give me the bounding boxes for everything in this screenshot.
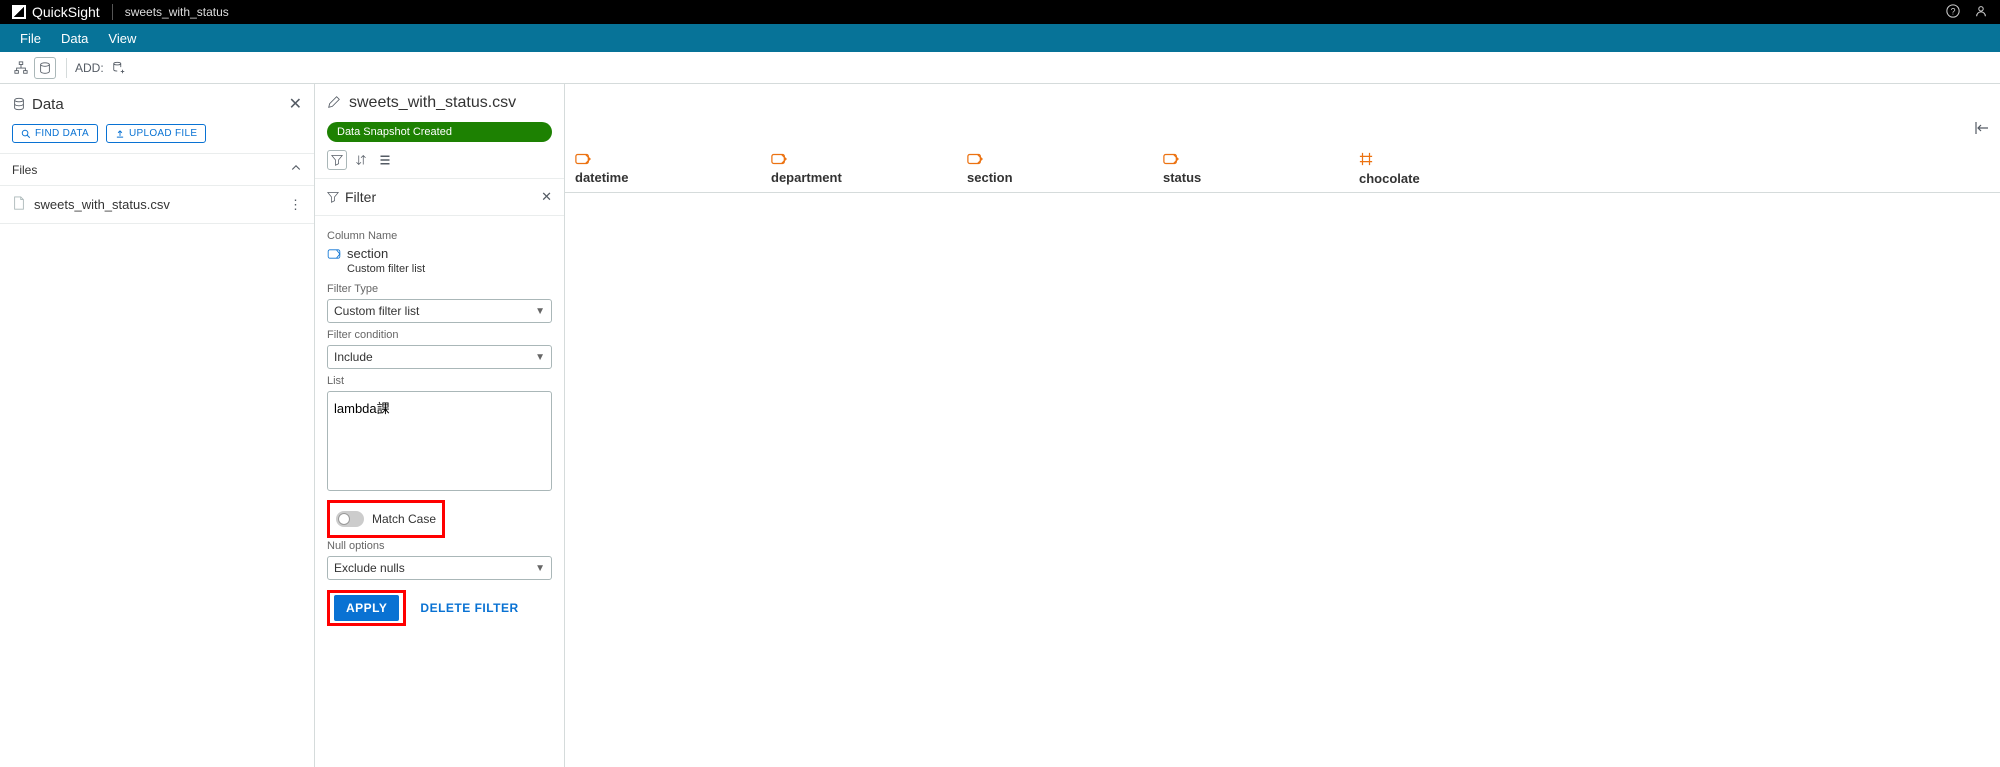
apply-button[interactable]: APPLY <box>334 595 399 621</box>
null-options-value: Exclude nulls <box>334 561 405 575</box>
file-icon <box>12 196 26 213</box>
files-section-header[interactable]: Files <box>0 153 314 186</box>
topbar-divider <box>112 4 113 20</box>
filter-view-icon[interactable] <box>327 150 347 170</box>
upload-file-label: UPLOAD FILE <box>129 128 197 139</box>
filter-header: Filter ✕ <box>315 179 564 216</box>
column-sub: Custom filter list <box>347 263 552 275</box>
topbar: QuickSight sweets_with_status ? <box>0 0 2000 24</box>
user-icon[interactable] <box>1974 4 1988 21</box>
sidebar-title: Data <box>32 96 64 113</box>
column-header[interactable]: status <box>1153 148 1349 192</box>
menu-file[interactable]: File <box>10 31 51 46</box>
match-case-row: Match Case <box>334 505 438 533</box>
column-header[interactable]: section <box>957 148 1153 192</box>
files-title: Files <box>12 163 37 177</box>
null-options-select[interactable]: Exclude nulls ▼ <box>327 556 552 580</box>
view-mode-bar <box>315 150 564 179</box>
column-name-label: Column Name <box>327 230 552 242</box>
brand-logo[interactable]: QuickSight <box>12 4 100 20</box>
data-sidebar: Data ✕ FIND DATA UPLOAD FILE Files sw <box>0 84 315 767</box>
toolbar: ADD: <box>0 52 2000 84</box>
filter-title: Filter <box>345 189 376 205</box>
dataset-name: sweets_with_status <box>125 5 229 19</box>
schema-icon[interactable] <box>10 57 32 79</box>
column-name: department <box>771 170 842 185</box>
brand-name: QuickSight <box>32 4 100 20</box>
database-icon <box>12 97 26 111</box>
filter-type-value: Custom filter list <box>334 304 419 318</box>
data-icon[interactable] <box>34 57 56 79</box>
sidebar-close-icon[interactable]: ✕ <box>289 94 302 114</box>
close-filter-icon[interactable]: ✕ <box>541 189 552 205</box>
upload-icon <box>115 129 125 139</box>
delete-filter-button[interactable]: DELETE FILTER <box>416 595 522 621</box>
search-icon <box>21 129 31 139</box>
filter-condition-select[interactable]: Include ▼ <box>327 345 552 369</box>
find-data-button[interactable]: FIND DATA <box>12 124 98 143</box>
add-label: ADD: <box>75 61 104 75</box>
menu-data[interactable]: Data <box>51 31 98 46</box>
null-options-label: Null options <box>327 540 552 552</box>
upload-file-button[interactable]: UPLOAD FILE <box>106 124 206 143</box>
data-area: datetime department section status <box>565 84 2000 767</box>
menubar: File Data View <box>0 24 2000 52</box>
number-type-icon <box>1359 152 1535 169</box>
menu-view[interactable]: View <box>98 31 146 46</box>
column-name: chocolate <box>1359 171 1420 186</box>
sort-icon[interactable] <box>351 150 371 170</box>
filter-type-select[interactable]: Custom filter list ▼ <box>327 299 552 323</box>
string-type-icon <box>967 152 1143 168</box>
column-name: datetime <box>575 170 628 185</box>
chevron-up-icon <box>290 162 302 177</box>
filter-condition-value: Include <box>334 350 373 364</box>
filter-column: sweets_with_status.csv Data Snapshot Cre… <box>315 84 565 767</box>
file-item[interactable]: sweets_with_status.csv ⋮ <box>0 186 314 224</box>
string-type-icon <box>327 249 341 259</box>
more-icon[interactable]: ⋮ <box>289 197 302 213</box>
svg-text:?: ? <box>1951 6 1956 16</box>
file-name: sweets_with_status.csv <box>34 197 170 212</box>
column-name-value: section <box>347 246 388 261</box>
string-type-icon <box>575 152 751 168</box>
column-header[interactable]: department <box>761 148 957 192</box>
column-header[interactable]: chocolate <box>1349 148 1545 192</box>
column-name-row: section <box>327 246 552 261</box>
match-case-toggle[interactable] <box>336 511 364 527</box>
match-case-label: Match Case <box>372 512 436 526</box>
apply-highlight: APPLY <box>327 590 406 626</box>
edit-icon[interactable] <box>327 95 341 112</box>
filter-condition-label: Filter condition <box>327 329 552 341</box>
find-data-label: FIND DATA <box>35 128 89 139</box>
string-type-icon <box>771 152 947 168</box>
snapshot-badge: Data Snapshot Created <box>327 122 552 142</box>
column-headers: datetime department section status <box>565 144 2000 193</box>
sidebar-header: Data ✕ <box>0 84 314 124</box>
list-view-icon[interactable] <box>375 150 395 170</box>
chevron-down-icon: ▼ <box>535 563 545 574</box>
column-name: section <box>967 170 1013 185</box>
add-data-source-icon[interactable] <box>108 57 130 79</box>
match-case-highlight: Match Case <box>327 500 445 538</box>
chevron-down-icon: ▼ <box>535 306 545 317</box>
chevron-down-icon: ▼ <box>535 352 545 363</box>
main-layout: Data ✕ FIND DATA UPLOAD FILE Files sw <box>0 84 2000 767</box>
filename: sweets_with_status.csv <box>349 94 516 112</box>
column-header[interactable]: datetime <box>565 148 761 192</box>
list-label: List <box>327 375 552 387</box>
filter-icon <box>327 191 339 203</box>
list-textarea[interactable] <box>327 391 552 491</box>
string-type-icon <box>1163 152 1339 168</box>
collapse-panel-icon[interactable] <box>1974 120 1990 139</box>
column-name: status <box>1163 170 1201 185</box>
toolbar-divider <box>66 58 67 78</box>
filter-action-row: APPLY DELETE FILTER <box>327 590 552 626</box>
filter-type-label: Filter Type <box>327 283 552 295</box>
help-icon[interactable]: ? <box>1946 4 1960 21</box>
quicksight-logo-icon <box>12 5 26 19</box>
file-header: sweets_with_status.csv <box>315 84 564 122</box>
filter-body: Column Name section Custom filter list F… <box>315 216 564 634</box>
